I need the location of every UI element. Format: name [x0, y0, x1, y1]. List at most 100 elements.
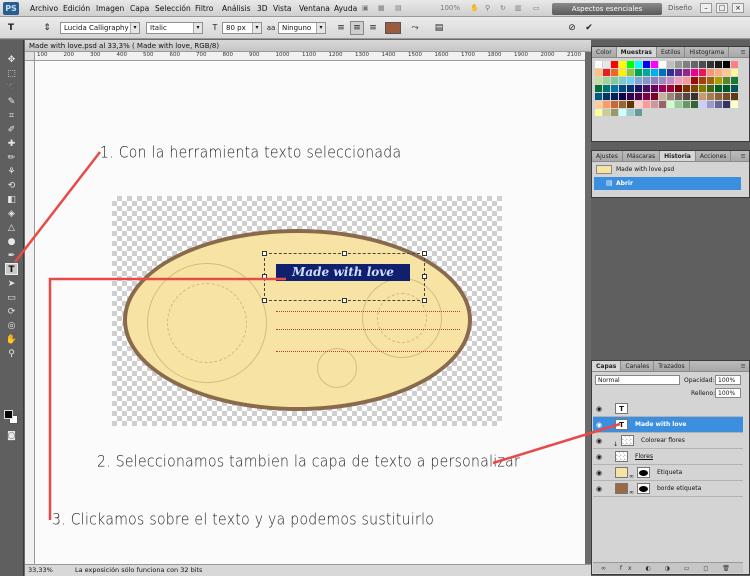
- color-swatch[interactable]: [691, 93, 698, 100]
- color-swatch[interactable]: [715, 69, 722, 76]
- zoom-level[interactable]: 100%: [440, 4, 460, 12]
- transform-handle[interactable]: [342, 298, 347, 303]
- color-swatch[interactable]: [715, 77, 722, 84]
- color-swatch[interactable]: [603, 77, 610, 84]
- color-swatch[interactable]: [675, 101, 682, 108]
- visibility-eye-icon[interactable]: ◉: [596, 405, 602, 413]
- tab-styles[interactable]: Estilos: [657, 47, 686, 57]
- color-swatch[interactable]: [611, 69, 618, 76]
- color-swatch[interactable]: [675, 61, 682, 68]
- color-swatch[interactable]: [691, 77, 698, 84]
- color-swatch[interactable]: [635, 69, 642, 76]
- color-swatch[interactable]: [627, 93, 634, 100]
- color-swatch[interactable]: [675, 69, 682, 76]
- maximize-icon[interactable]: □: [716, 3, 728, 13]
- crop-tool-icon[interactable]: ⌗: [5, 110, 18, 122]
- color-swatch[interactable]: [619, 101, 626, 108]
- orientation-icon[interactable]: ⇕: [40, 21, 54, 35]
- bridge-icon[interactable]: ▣: [362, 4, 369, 12]
- color-swatch[interactable]: [667, 61, 674, 68]
- color-swatch[interactable]: [611, 85, 618, 92]
- tab-adjustments[interactable]: Ajustes: [592, 151, 623, 161]
- color-swatch[interactable]: [643, 85, 650, 92]
- color-swatch[interactable]: [715, 101, 722, 108]
- warp-text-icon[interactable]: ⤳: [408, 21, 422, 35]
- color-swatch[interactable]: [603, 85, 610, 92]
- blend-mode-select[interactable]: Normal: [595, 375, 680, 385]
- color-swatch[interactable]: [723, 69, 730, 76]
- color-swatch[interactable]: [603, 109, 610, 116]
- move-tool-icon[interactable]: ✥: [5, 54, 18, 66]
- 3d-rotate-tool-icon[interactable]: ⟳: [5, 306, 18, 318]
- color-swatch[interactable]: [619, 69, 626, 76]
- menu-filtro[interactable]: Filtro: [195, 4, 213, 13]
- color-swatch[interactable]: [611, 101, 618, 108]
- status-zoom[interactable]: 33,33%: [28, 565, 53, 576]
- color-swatch[interactable]: [699, 93, 706, 100]
- color-swatch[interactable]: [635, 61, 642, 68]
- color-swatch[interactable]: [683, 61, 690, 68]
- menu-ayuda[interactable]: Ayuda: [334, 4, 357, 13]
- tab-actions[interactable]: Acciones: [696, 151, 732, 161]
- color-swatch[interactable]: [595, 85, 602, 92]
- color-swatch[interactable]: [627, 61, 634, 68]
- path-select-tool-icon[interactable]: ➤: [5, 278, 18, 290]
- color-swatch[interactable]: [683, 101, 690, 108]
- color-swatch[interactable]: [707, 61, 714, 68]
- workspace-button[interactable]: Aspectos esenciales: [552, 3, 662, 15]
- panel-menu-icon[interactable]: ≡: [741, 361, 746, 372]
- character-panel-icon[interactable]: ▤: [432, 21, 446, 35]
- menu-seleccion[interactable]: Selección: [155, 4, 191, 13]
- color-swatch[interactable]: [651, 69, 658, 76]
- transform-handle[interactable]: [422, 251, 427, 256]
- dodge-tool-icon[interactable]: ●: [5, 236, 18, 248]
- transform-handle[interactable]: [262, 251, 267, 256]
- color-swatch[interactable]: [715, 93, 722, 100]
- color-swatch[interactable]: [715, 85, 722, 92]
- panel-menu-icon[interactable]: ≡: [741, 47, 746, 58]
- color-swatch[interactable]: [659, 101, 666, 108]
- layer-row[interactable]: ◉ T: [593, 401, 743, 417]
- visibility-eye-icon[interactable]: ◉: [596, 437, 602, 445]
- color-swatch[interactable]: [603, 93, 610, 100]
- canvas-area[interactable]: Made with love 1. Con la herramienta tex…: [35, 61, 585, 564]
- hand-icon[interactable]: ✋: [470, 4, 479, 12]
- color-swatch[interactable]: [691, 101, 698, 108]
- visibility-eye-icon[interactable]: ◉: [596, 421, 602, 429]
- layer-row[interactable]: ◉ ∞ Etiqueta: [593, 465, 743, 481]
- color-swatch[interactable]: [659, 69, 666, 76]
- menu-3d[interactable]: 3D: [257, 4, 268, 13]
- color-swatch[interactable]: [723, 101, 730, 108]
- color-swatch[interactable]: [643, 101, 650, 108]
- tab-layers[interactable]: Capas: [592, 361, 622, 371]
- marquee-tool-icon[interactable]: ⬚: [5, 68, 18, 80]
- tab-color[interactable]: Color: [592, 47, 617, 57]
- paint-bucket-tool-icon[interactable]: ◈: [5, 208, 18, 220]
- color-swatch[interactable]: [659, 85, 666, 92]
- visibility-eye-icon[interactable]: ◉: [596, 453, 602, 461]
- quick-select-tool-icon[interactable]: ✎: [5, 96, 18, 108]
- history-state[interactable]: ▤ Abrir: [594, 177, 741, 190]
- color-swatch[interactable]: [651, 101, 658, 108]
- arrange-documents-icon[interactable]: ▥: [515, 4, 522, 12]
- color-swatch[interactable]: [635, 109, 642, 116]
- font-style-select[interactable]: Italic ▾: [146, 22, 203, 34]
- blur-tool-icon[interactable]: △: [5, 222, 18, 234]
- cancel-icon[interactable]: ⊘: [565, 21, 579, 35]
- menu-ventana[interactable]: Ventana: [299, 4, 330, 13]
- color-swatch[interactable]: [635, 77, 642, 84]
- menu-archivo[interactable]: Archivo: [30, 4, 58, 13]
- color-swatch[interactable]: [651, 61, 658, 68]
- tab-histogram[interactable]: Histograma: [685, 47, 730, 57]
- color-swatch[interactable]: [699, 61, 706, 68]
- healing-tool-icon[interactable]: ✚: [5, 138, 18, 150]
- hand-tool-icon[interactable]: ✋: [5, 334, 18, 346]
- color-swatch[interactable]: [731, 93, 738, 100]
- color-swatch[interactable]: [691, 69, 698, 76]
- color-swatch[interactable]: [675, 93, 682, 100]
- color-swatch[interactable]: [651, 85, 658, 92]
- tab-history[interactable]: Historia: [660, 151, 696, 161]
- color-swatch[interactable]: [595, 101, 602, 108]
- document-tab[interactable]: Made with love.psd al 33,3% ( Made with …: [25, 40, 591, 52]
- color-swatch[interactable]: [723, 93, 730, 100]
